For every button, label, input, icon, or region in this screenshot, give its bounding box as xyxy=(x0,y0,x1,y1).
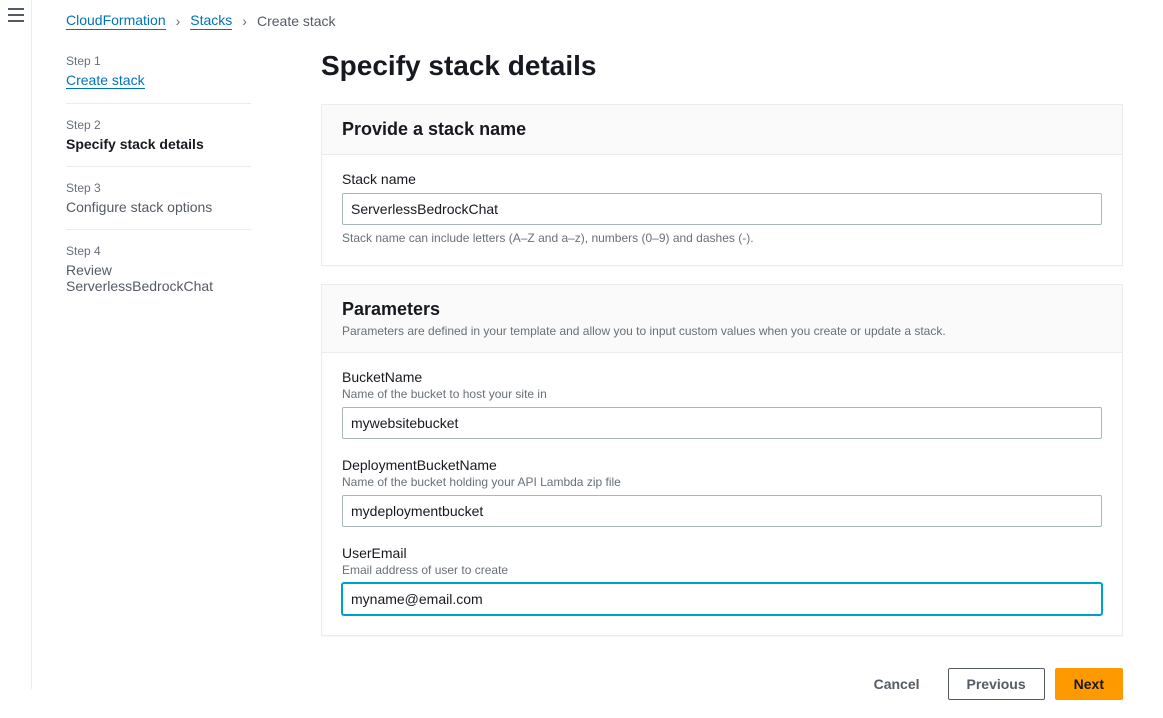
wizard-step-1[interactable]: Step 1 Create stack xyxy=(66,54,251,103)
breadcrumb-cloudformation[interactable]: CloudFormation xyxy=(66,12,166,30)
breadcrumb-current: Create stack xyxy=(257,13,336,29)
panel-heading: Provide a stack name xyxy=(342,119,1102,140)
param-input-useremail[interactable] xyxy=(342,583,1102,615)
param-desc-useremail: Email address of user to create xyxy=(342,563,1102,577)
stack-name-helper: Stack name can include letters (A–Z and … xyxy=(342,231,1102,245)
param-input-deploymentbucketname[interactable] xyxy=(342,495,1102,527)
menu-icon[interactable] xyxy=(8,8,24,22)
param-label-bucketname: BucketName xyxy=(342,369,1102,385)
stack-name-panel: Provide a stack name Stack name Stack na… xyxy=(321,104,1123,266)
chevron-right-icon: › xyxy=(242,13,247,29)
param-label-useremail: UserEmail xyxy=(342,545,1102,561)
wizard-steps: Step 1 Create stack Step 2 Specify stack… xyxy=(66,54,251,718)
breadcrumb-stacks[interactable]: Stacks xyxy=(190,12,232,30)
param-label-deploymentbucketname: DeploymentBucketName xyxy=(342,457,1102,473)
stack-name-input[interactable] xyxy=(342,193,1102,225)
wizard-step-3: Step 3 Configure stack options xyxy=(66,166,251,229)
panel-heading: Parameters xyxy=(342,299,1102,320)
wizard-step-4: Step 4 Review ServerlessBedrockChat xyxy=(66,229,251,308)
chevron-right-icon: › xyxy=(176,13,181,29)
previous-button[interactable]: Previous xyxy=(948,668,1045,700)
wizard-step-2: Step 2 Specify stack details xyxy=(66,103,251,166)
panel-subtext: Parameters are defined in your template … xyxy=(342,324,1102,338)
stack-name-label: Stack name xyxy=(342,171,1102,187)
parameters-panel: Parameters Parameters are defined in you… xyxy=(321,284,1123,636)
param-desc-bucketname: Name of the bucket to host your site in xyxy=(342,387,1102,401)
param-input-bucketname[interactable] xyxy=(342,407,1102,439)
next-button[interactable]: Next xyxy=(1055,668,1123,700)
wizard-footer: Cancel Previous Next xyxy=(321,654,1123,718)
cancel-button[interactable]: Cancel xyxy=(856,668,938,700)
param-desc-deploymentbucketname: Name of the bucket holding your API Lamb… xyxy=(342,475,1102,489)
page-title: Specify stack details xyxy=(321,50,1123,82)
breadcrumb: CloudFormation › Stacks › Create stack xyxy=(66,12,1123,30)
